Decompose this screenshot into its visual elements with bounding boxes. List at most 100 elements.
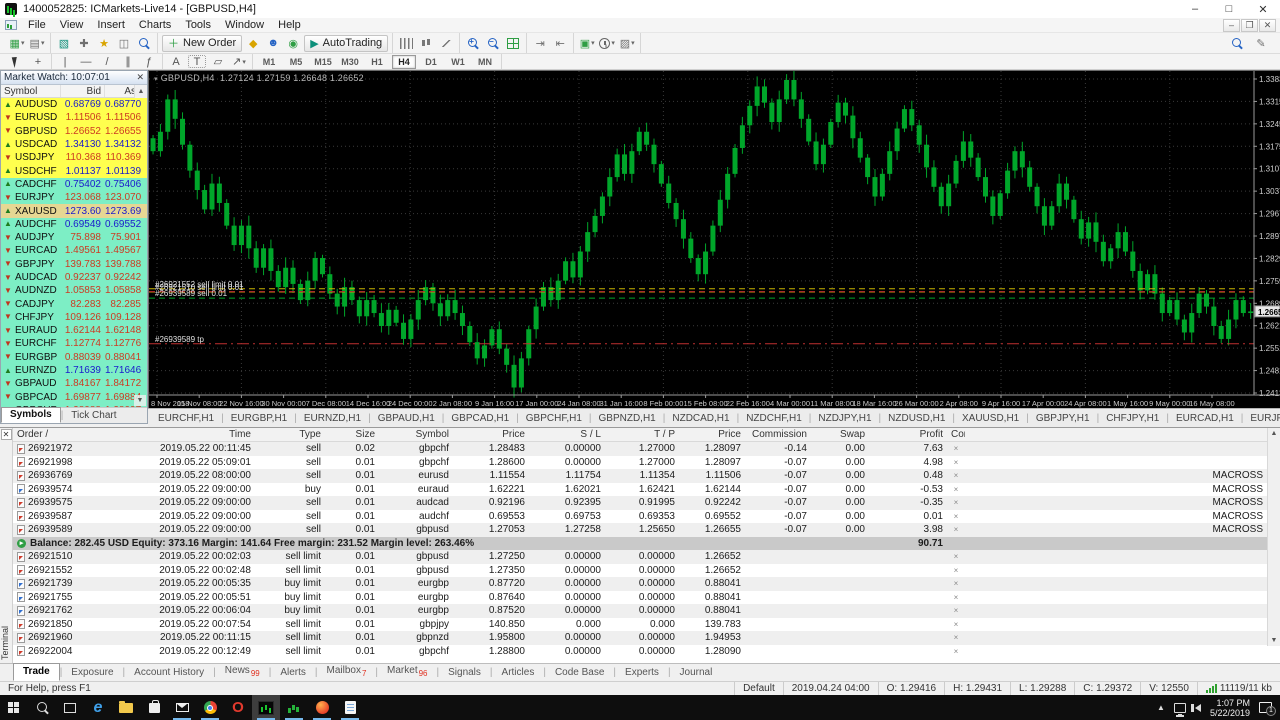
order-row-26921755[interactable]: 269217552019.05.22 00:05:51buy limit0.01… <box>13 591 1267 605</box>
close-order-icon[interactable]: × <box>947 620 965 629</box>
horizontal-line-tool-icon[interactable]: — <box>77 53 95 70</box>
chart-window[interactable]: ▾GBPUSD,H4 1.27124 1.27159 1.26648 1.266… <box>148 70 1280 408</box>
crosshair-move-icon[interactable]: ✚ <box>75 35 93 52</box>
hidden-icons-chevron[interactable]: ▲ <box>1157 703 1165 712</box>
close-order-icon[interactable]: × <box>947 579 965 588</box>
network-icon[interactable] <box>1174 703 1186 713</box>
timeframe-button-m1[interactable]: M1 <box>257 55 281 69</box>
fibonacci-tool-icon[interactable]: ƒ <box>140 53 158 70</box>
indicators-button[interactable]: ▣▾ <box>578 35 596 52</box>
order-row-26921510[interactable]: 269215102019.05.22 00:02:03sell limit0.0… <box>13 550 1267 564</box>
terminal-tab-code-base[interactable]: Code Base <box>546 665 613 681</box>
market-watch-row-cadchf[interactable]: ▲CADCHF0.754020.75406 <box>1 178 147 191</box>
zoom-out-icon[interactable]: – <box>484 35 502 52</box>
taskbar-search-button[interactable] <box>28 695 56 720</box>
close-order-icon[interactable]: × <box>947 647 965 656</box>
chart-tab-gbpcad-h1[interactable]: GBPCAD,H1 <box>444 412 516 427</box>
chart-tab-gbpjpy-h1[interactable]: GBPJPY,H1 <box>1029 412 1097 427</box>
new-chart-button[interactable]: ▦▾ <box>8 35 26 52</box>
chart-tab-nzdchf-h1[interactable]: NZDCHF,H1 <box>739 412 809 427</box>
market-watch-row-eurcad[interactable]: ▼EURCAD1.495611.49567 <box>1 244 147 257</box>
terminal-close-icon[interactable]: ✕ <box>1 429 12 440</box>
order-row-26921552[interactable]: 269215522019.05.22 00:02:48sell limit0.0… <box>13 564 1267 578</box>
candlestick-mode-icon[interactable] <box>417 35 435 52</box>
market-watch-row-chfjpy[interactable]: ▼CHFJPY109.126109.128 <box>1 311 147 324</box>
market-watch-row-gbpjpy[interactable]: ▼GBPJPY139.783139.788 <box>1 258 147 271</box>
column-header-swap[interactable]: Swap <box>811 429 869 440</box>
browser-ball-taskbar-icon[interactable] <box>308 695 336 720</box>
close-order-icon[interactable]: × <box>947 512 965 521</box>
close-order-icon[interactable]: × <box>947 498 965 507</box>
new-order-button[interactable]: ＋New Order <box>162 35 242 52</box>
menu-item-tools[interactable]: Tools <box>178 19 218 31</box>
market-watch-row-usdjpy[interactable]: ▼USDJPY110.368110.369 <box>1 151 147 164</box>
column-header-commission[interactable]: Commission <box>745 429 811 440</box>
terminal-tab-experts[interactable]: Experts <box>616 665 668 681</box>
market-watch-tab-symbols[interactable]: Symbols <box>1 407 61 423</box>
status-segment-0[interactable]: Default <box>734 682 783 695</box>
column-header-size[interactable]: Size <box>325 429 379 440</box>
market-watch-row-euraud[interactable]: ▼EURAUD1.621441.62148 <box>1 324 147 337</box>
text-label-tool-icon[interactable]: T <box>188 55 206 68</box>
price-chart[interactable]: 1.338301.331501.324501.317501.310701.303… <box>149 71 1280 408</box>
close-order-icon[interactable]: × <box>947 552 965 561</box>
chart-tab-eurnzd-h1[interactable]: EURNZD,H1 <box>297 412 368 427</box>
column-header-comment[interactable]: Comment <box>947 429 965 440</box>
close-order-icon[interactable]: × <box>947 633 965 642</box>
chat-icon[interactable]: ✎ <box>1252 35 1270 52</box>
order-row-26939575[interactable]: 269395752019.05.22 09:00:00sell0.01audca… <box>13 496 1267 510</box>
scroll-up-arrow-icon[interactable]: ▲ <box>1271 430 1278 437</box>
chart-tab-chfjpy-h1[interactable]: CHFJPY,H1 <box>1099 412 1166 427</box>
arrows-tool-icon[interactable]: ↗▾ <box>230 53 248 70</box>
market-watch-row-eurnzd[interactable]: ▲EURNZD1.716391.71646 <box>1 364 147 377</box>
market-watch-row-eurusd[interactable]: ▼EURUSD1.115061.11506 <box>1 111 147 124</box>
terminal-tab-exposure[interactable]: Exposure <box>62 665 122 681</box>
order-row-26936769[interactable]: 269367692019.05.22 08:00:00sell0.01eurus… <box>13 469 1267 483</box>
close-order-icon[interactable]: × <box>947 606 965 615</box>
market-watch-scroll-down[interactable]: ▼ <box>134 395 146 406</box>
terminal-tab-articles[interactable]: Articles <box>493 665 544 681</box>
chart-collapse-icon[interactable]: ▾ <box>154 76 158 83</box>
terminal-scrollbar[interactable]: ▲ ▼ <box>1267 428 1280 646</box>
chart-tab-gbpchf-h1[interactable]: GBPCHF,H1 <box>519 412 589 427</box>
child-minimize-button[interactable]: – <box>1223 19 1240 32</box>
line-chart-mode-icon[interactable] <box>437 35 455 52</box>
order-row-26921739[interactable]: 269217392019.05.22 00:05:35buy limit0.01… <box>13 577 1267 591</box>
tile-windows-icon[interactable] <box>504 35 522 52</box>
chart-tab-nzdjpy-h1[interactable]: NZDJPY,H1 <box>811 412 878 427</box>
terminal-tab-alerts[interactable]: Alerts <box>271 665 315 681</box>
timeframe-button-m30[interactable]: M30 <box>338 55 362 69</box>
close-order-icon[interactable]: × <box>947 566 965 575</box>
chart-tab-gbpaud-h1[interactable]: GBPAUD,H1 <box>371 412 442 427</box>
timeframe-button-m5[interactable]: M5 <box>284 55 308 69</box>
menu-item-view[interactable]: View <box>53 19 91 31</box>
minimize-button[interactable]: – <box>1178 0 1212 18</box>
file-explorer-taskbar-icon[interactable] <box>112 695 140 720</box>
menu-item-help[interactable]: Help <box>271 19 308 31</box>
close-order-icon[interactable]: × <box>947 525 965 534</box>
chart-tab-nzdcad-h1[interactable]: NZDCAD,H1 <box>665 412 736 427</box>
market-watch-row-audjpy[interactable]: ▼AUDJPY75.89875.901 <box>1 231 147 244</box>
chart-tab-xauusd-h1[interactable]: XAUUSD,H1 <box>955 412 1026 427</box>
chart-window-icon[interactable] <box>5 20 17 30</box>
order-row-26939589[interactable]: 269395892019.05.22 09:00:00sell0.01gbpus… <box>13 523 1267 537</box>
market-watch-row-xauusd[interactable]: ▲XAUUSD1273.601273.69 <box>1 204 147 217</box>
task-view-button[interactable] <box>56 695 84 720</box>
channel-tool-icon[interactable]: ∥ <box>119 53 137 70</box>
market-watch-row-gbpcad[interactable]: ▼GBPCAD1.698771.69884 <box>1 391 147 404</box>
column-header-price[interactable]: Price <box>453 429 529 440</box>
market-watch-row-audusd[interactable]: ▲AUDUSD0.687690.68770 <box>1 98 147 111</box>
market-watch-toggle-icon[interactable] <box>135 35 153 52</box>
chart-shift-icon[interactable]: ⇤ <box>551 35 569 52</box>
terminal-tab-mailbox[interactable]: Mailbox7 <box>318 663 376 681</box>
order-row-26939574[interactable]: 269395742019.05.22 09:00:00buy0.01euraud… <box>13 483 1267 497</box>
order-row-26939587[interactable]: 269395872019.05.22 09:00:00sell0.01audch… <box>13 510 1267 524</box>
menu-item-file[interactable]: File <box>21 19 53 31</box>
market-watch-row-eurgbp[interactable]: ▼EURGBP0.880390.88041 <box>1 351 147 364</box>
chart-tab-eurcad-h1[interactable]: EURCAD,H1 <box>1169 412 1241 427</box>
auto-scroll-icon[interactable]: ⇥ <box>531 35 549 52</box>
mail-taskbar-icon[interactable] <box>168 695 196 720</box>
mt4-green-taskbar-icon[interactable] <box>280 695 308 720</box>
order-row-26921998[interactable]: 269219982019.05.22 05:09:01sell0.01gbpch… <box>13 456 1267 470</box>
chart-tab-eurgbp-h1[interactable]: EURGBP,H1 <box>224 412 295 427</box>
